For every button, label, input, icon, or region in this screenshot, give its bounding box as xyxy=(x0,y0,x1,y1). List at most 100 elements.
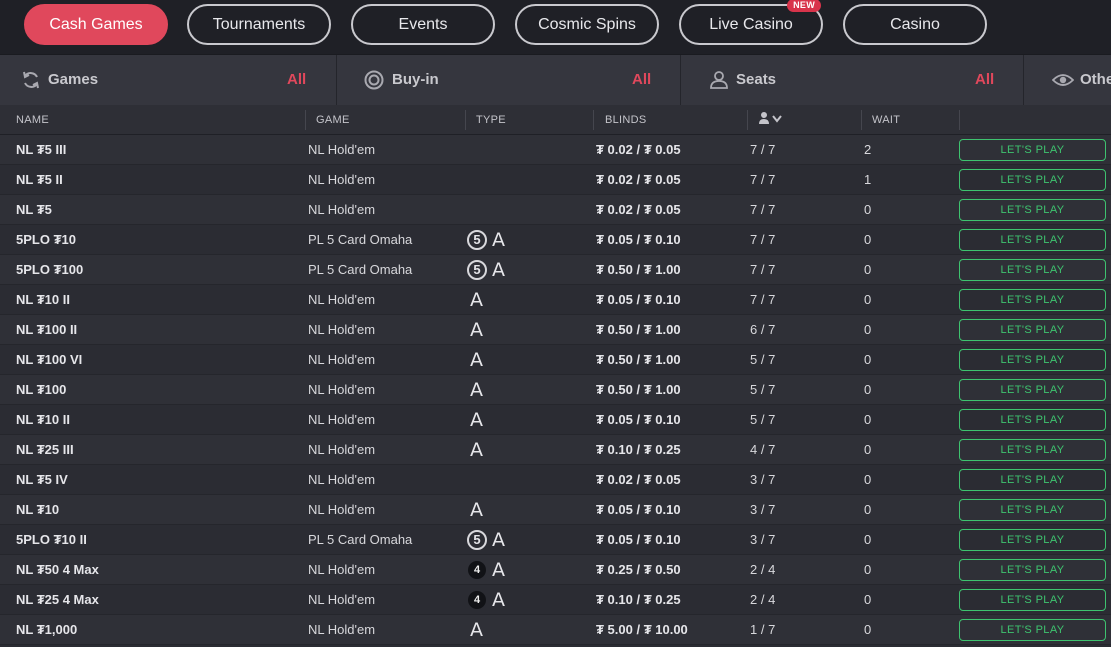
seats: 3 / 7 xyxy=(750,532,776,547)
table-row[interactable]: NL ₮5 II NL Hold'em ₮ 0.02 / ₮ 0.05 7 / 7 1 L… xyxy=(0,165,1111,195)
filter-other[interactable]: Othe xyxy=(1024,55,1111,106)
column-header-seats[interactable] xyxy=(758,105,788,135)
table-row[interactable]: 5PLO ₮10 II PL 5 Card Omaha 5 A ₮ 0.05 / ₮ 0… xyxy=(0,525,1111,555)
five-card-icon: 5 xyxy=(467,230,487,250)
lets-play-button[interactable]: LET'S PLAY xyxy=(959,439,1106,461)
lets-play-button[interactable]: LET'S PLAY xyxy=(959,229,1106,251)
column-divider xyxy=(861,110,862,130)
seats: 7 / 7 xyxy=(750,262,776,277)
seats: 7 / 7 xyxy=(750,292,776,307)
column-header-type[interactable]: TYPE xyxy=(476,105,506,135)
lets-play-button[interactable]: LET'S PLAY xyxy=(959,529,1106,551)
blinds: ₮ 0.50 / ₮ 1.00 xyxy=(596,262,681,277)
lets-play-button[interactable]: LET'S PLAY xyxy=(959,259,1106,281)
table-row[interactable]: NL ₮5 NL Hold'em ₮ 0.02 / ₮ 0.05 7 / 7 0 LET'… xyxy=(0,195,1111,225)
column-header-name[interactable]: NAME xyxy=(16,105,49,135)
lets-play-button[interactable]: LET'S PLAY xyxy=(959,199,1106,221)
table-name: NL ₮25 4 Max xyxy=(16,592,99,607)
lets-play-button[interactable]: LET'S PLAY xyxy=(959,409,1106,431)
seats: 2 / 4 xyxy=(750,562,776,577)
table-row[interactable]: NL ₮25 III NL Hold'em A ₮ 0.10 / ₮ 0.25 4 / … xyxy=(0,435,1111,465)
anonymous-icon: A xyxy=(492,529,505,551)
seats: 7 / 7 xyxy=(750,232,776,247)
wait-count: 0 xyxy=(864,622,872,637)
column-divider xyxy=(747,110,748,130)
blinds: ₮ 0.10 / ₮ 0.25 xyxy=(596,442,681,457)
tab-cosmic-spins[interactable]: Cosmic Spins xyxy=(515,4,659,45)
four-max-icon: 4 xyxy=(468,561,486,579)
lets-play-button[interactable]: LET'S PLAY xyxy=(959,289,1106,311)
tab-casino[interactable]: Casino xyxy=(843,4,987,45)
user-sort-icon xyxy=(759,112,782,124)
table-name: NL ₮25 III xyxy=(16,442,74,457)
wait-count: 0 xyxy=(864,532,872,547)
blinds: ₮ 0.05 / ₮ 0.10 xyxy=(596,292,681,307)
blinds: ₮ 0.02 / ₮ 0.05 xyxy=(596,142,681,157)
filter-games[interactable]: Games All xyxy=(0,55,337,106)
lets-play-button[interactable]: LET'S PLAY xyxy=(959,319,1106,341)
blinds: ₮ 0.50 / ₮ 1.00 xyxy=(596,382,681,397)
column-divider xyxy=(593,110,594,130)
game-name: PL 5 Card Omaha xyxy=(308,262,413,277)
wait-count: 2 xyxy=(864,142,872,157)
filter-buy-in[interactable]: Buy-in All xyxy=(337,55,681,106)
four-max-icon: 4 xyxy=(468,591,486,609)
wait-count: 0 xyxy=(864,592,872,607)
lets-play-button[interactable]: LET'S PLAY xyxy=(959,349,1106,371)
table-row[interactable]: NL ₮100 NL Hold'em A ₮ 0.50 / ₮ 1.00 5 / 7 0 L… xyxy=(0,375,1111,405)
tab-label: Casino xyxy=(890,16,940,33)
tab-tournaments[interactable]: Tournaments xyxy=(187,4,331,45)
blinds: ₮ 0.50 / ₮ 1.00 xyxy=(596,322,681,337)
seats: 7 / 7 xyxy=(750,172,776,187)
tab-cash-games[interactable]: Cash Games xyxy=(24,4,168,45)
blinds: ₮ 0.05 / ₮ 0.10 xyxy=(596,502,681,517)
seats: 5 / 7 xyxy=(750,352,776,367)
game-name: NL Hold'em xyxy=(308,292,376,307)
game-name: NL Hold'em xyxy=(308,622,376,637)
tab-events[interactable]: Events xyxy=(351,4,495,45)
column-header-blinds[interactable]: BLINDS xyxy=(605,105,647,135)
table-row[interactable]: NL ₮100 VI NL Hold'em A ₮ 0.50 / ₮ 1.00 5 / … xyxy=(0,345,1111,375)
filter-seats[interactable]: Seats All xyxy=(681,55,1024,106)
lets-play-button[interactable]: LET'S PLAY xyxy=(959,559,1106,581)
lets-play-button[interactable]: LET'S PLAY xyxy=(959,619,1106,641)
table-name: NL ₮5 II xyxy=(16,172,63,187)
lets-play-button[interactable]: LET'S PLAY xyxy=(959,589,1106,611)
column-divider xyxy=(465,110,466,130)
column-header-wait[interactable]: WAIT xyxy=(872,105,900,135)
lets-play-button[interactable]: LET'S PLAY xyxy=(959,169,1106,191)
table-row[interactable]: NL ₮25 4 Max NL Hold'em 4 A ₮ 0.10 / ₮ 0.25 2… xyxy=(0,585,1111,615)
game-name: NL Hold'em xyxy=(308,562,376,577)
new-badge: NEW xyxy=(787,0,821,12)
table-row[interactable]: NL ₮50 4 Max NL Hold'em 4 A ₮ 0.25 / ₮ 0.50 2… xyxy=(0,555,1111,585)
chip-icon xyxy=(364,70,384,90)
tab-live-casino[interactable]: Live Casino NEW xyxy=(679,0,823,45)
table-name: NL ₮10 II xyxy=(16,412,70,427)
wait-count: 0 xyxy=(864,292,872,307)
table-row[interactable]: 5PLO ₮10 PL 5 Card Omaha 5 A ₮ 0.05 / ₮ 0.10… xyxy=(0,225,1111,255)
table-row[interactable]: NL ₮10 NL Hold'em A ₮ 0.05 / ₮ 0.10 3 / 7 0 LE… xyxy=(0,495,1111,525)
table-row[interactable]: NL ₮5 III NL Hold'em ₮ 0.02 / ₮ 0.05 7 / 7 2… xyxy=(0,135,1111,165)
table-row[interactable]: NL ₮10 II NL Hold'em A ₮ 0.05 / ₮ 0.10 7 / 7… xyxy=(0,285,1111,315)
lets-play-button[interactable]: LET'S PLAY xyxy=(959,379,1106,401)
table-row[interactable]: NL ₮1,000 NL Hold'em A ₮ 5.00 / ₮ 10.00 1 / … xyxy=(0,615,1111,645)
tab-label: Tournaments xyxy=(212,16,306,33)
table-row[interactable]: NL ₮5 IV NL Hold'em ₮ 0.02 / ₮ 0.05 3 / 7 0 L… xyxy=(0,465,1111,495)
table-header: NAME GAME TYPE BLINDS WAIT xyxy=(0,105,1111,135)
game-name: NL Hold'em xyxy=(308,172,376,187)
lets-play-button[interactable]: LET'S PLAY xyxy=(959,469,1106,491)
blinds: ₮ 0.05 / ₮ 0.10 xyxy=(596,412,681,427)
table-name: NL ₮100 xyxy=(16,382,67,397)
anonymous-icon: A xyxy=(470,619,483,641)
table-row[interactable]: NL ₮10 II NL Hold'em A ₮ 0.05 / ₮ 0.10 5 / 7… xyxy=(0,405,1111,435)
game-name: NL Hold'em xyxy=(308,472,376,487)
lets-play-button[interactable]: LET'S PLAY xyxy=(959,139,1106,161)
column-header-game[interactable]: GAME xyxy=(316,105,350,135)
wait-count: 0 xyxy=(864,502,872,517)
lets-play-button[interactable]: LET'S PLAY xyxy=(959,499,1106,521)
anonymous-icon: A xyxy=(492,259,505,281)
table-row[interactable]: 5PLO ₮100 PL 5 Card Omaha 5 A ₮ 0.50 / ₮ 1.0… xyxy=(0,255,1111,285)
tab-label: Cosmic Spins xyxy=(538,16,636,33)
table-row[interactable]: NL ₮100 II NL Hold'em A ₮ 0.50 / ₮ 1.00 6 / … xyxy=(0,315,1111,345)
top-navigation: Cash Games Tournaments Events Cosmic Spi… xyxy=(0,0,1111,54)
